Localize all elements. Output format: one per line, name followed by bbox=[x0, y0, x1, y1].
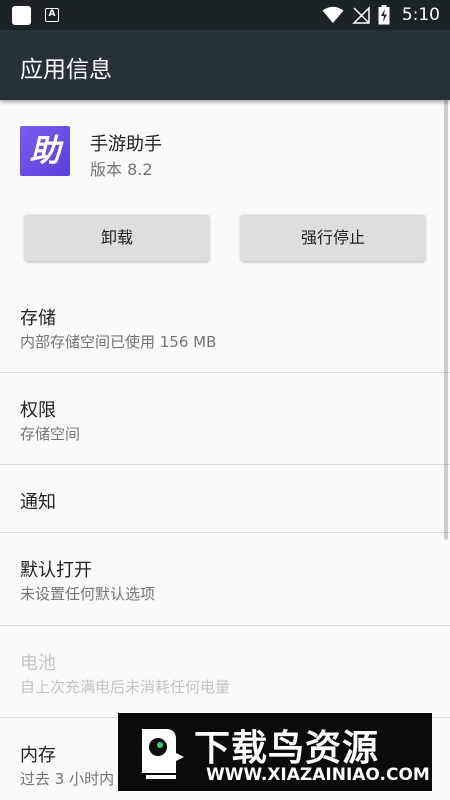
app-header: 助 手游助手 版本 8.2 bbox=[0, 100, 450, 200]
row-title: 内存 bbox=[20, 745, 56, 766]
watermark-title: 下载鸟资源 bbox=[194, 728, 380, 769]
battery-charging-icon bbox=[378, 5, 390, 25]
scrollbar[interactable] bbox=[444, 100, 448, 540]
row-subtitle: 未设置任何默认选项 bbox=[20, 585, 156, 603]
app-icon: 助 bbox=[20, 126, 70, 176]
row-subtitle: 自上次充满电后未消耗任何电量 bbox=[20, 678, 231, 696]
battery-row: 电池 自上次充满电后未消耗任何电量 bbox=[0, 626, 450, 718]
permissions-row[interactable]: 权限 存储空间 bbox=[0, 373, 450, 465]
page-title: 应用信息 bbox=[20, 57, 112, 83]
open-by-default-row[interactable]: 默认打开 未设置任何默认选项 bbox=[0, 533, 450, 626]
force-stop-button[interactable]: 强行停止 bbox=[241, 215, 425, 261]
row-subtitle: 存储空间 bbox=[20, 425, 81, 443]
row-title: 权限 bbox=[20, 400, 56, 421]
row-title: 存储 bbox=[20, 308, 56, 329]
system-icons: 5:10 bbox=[322, 0, 440, 30]
row-title: 电池 bbox=[20, 653, 56, 674]
clock: 5:10 bbox=[401, 5, 440, 25]
storage-row[interactable]: 存储 内部存储空间已使用 156 MB bbox=[0, 280, 450, 373]
bird-logo-icon bbox=[142, 729, 184, 779]
row-title: 默认打开 bbox=[20, 560, 92, 581]
notification-icon bbox=[12, 6, 31, 25]
toolbar: 应用信息 bbox=[0, 30, 450, 100]
wifi-icon bbox=[322, 6, 344, 23]
no-signal-icon bbox=[352, 6, 370, 24]
row-title: 通知 bbox=[20, 492, 56, 513]
row-subtitle: 内部存储空间已使用 156 MB bbox=[20, 333, 217, 351]
uninstall-button[interactable]: 卸载 bbox=[25, 215, 209, 261]
font-notification-icon: A bbox=[45, 8, 59, 22]
watermark: 下载鸟资源 WWW.XIAZAINIAO.COM bbox=[118, 713, 432, 791]
app-version: 版本 8.2 bbox=[90, 160, 153, 179]
row-subtitle: 过去 3 小时内 bbox=[20, 770, 115, 788]
app-name: 手游助手 bbox=[90, 134, 162, 155]
watermark-url: WWW.XIAZAINIAO.COM bbox=[206, 765, 430, 785]
notifications-row[interactable]: 通知 bbox=[0, 465, 450, 533]
status-bar: A 5:10 bbox=[0, 0, 450, 30]
